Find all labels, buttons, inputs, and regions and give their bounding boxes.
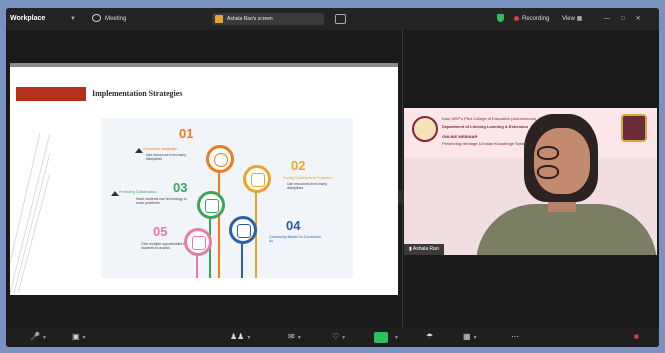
record-dot-icon <box>514 15 519 21</box>
refresh-icon <box>206 145 234 173</box>
slide-accent-bar <box>16 87 86 101</box>
view-label: View <box>562 16 575 22</box>
share-screen-icon <box>215 15 223 23</box>
step-stem <box>218 173 220 278</box>
banner-line: ONLINE WEBINAR <box>442 134 478 139</box>
step-number: 03 <box>173 180 188 195</box>
college-logo <box>412 116 438 142</box>
slide-top-bar <box>10 63 398 67</box>
step-number: 05 <box>153 224 168 239</box>
meeting-icon <box>92 14 101 23</box>
checklist-icon <box>229 216 257 244</box>
security-shield-icon[interactable] <box>497 8 504 30</box>
screen-share-indicator[interactable]: Ashala Rao's screen <box>212 13 346 25</box>
desktop-background: Workplace ▼ Meeting Ashala Rao's screen … <box>0 0 665 353</box>
security-icon[interactable]: ☂ <box>426 331 433 343</box>
step-text: Use resources from many disciplines <box>287 182 328 190</box>
recording-indicator[interactable]: Recording <box>514 8 549 30</box>
calendar-icon <box>184 228 212 256</box>
emblem-logo <box>621 114 647 142</box>
slide-decoration <box>10 133 50 293</box>
share-icon[interactable] <box>374 332 388 343</box>
banner-line: Department of Lifelong Learning & Extens… <box>442 124 529 129</box>
mic-icon[interactable]: 🎤 ▼ <box>30 331 47 343</box>
step-text: Use resources from many disciplines <box>146 153 187 161</box>
step-stem <box>241 244 243 278</box>
banner-line: Preserving Heritage & Indian Knowledge S… <box>442 141 531 146</box>
step-number: 04 <box>286 218 301 233</box>
document-icon <box>243 165 271 193</box>
chat-icon[interactable]: ✉ ▼ <box>288 331 302 343</box>
slide-heading: Implementation Strategies <box>92 89 183 98</box>
meeting-toolbar: 🎤 ▼ ▣ ▼ ♟♟ ▼ ✉ ▼ ♡ ▼ ▼ ☂ ▦ ▼ ⋯ ■ <box>6 327 659 347</box>
meeting-menu[interactable]: Meeting <box>92 8 126 30</box>
step-text: Have students use technology to solve pr… <box>136 197 187 205</box>
step-title: Promoting Collaboration <box>119 190 157 194</box>
view-button[interactable]: View ▦ <box>562 8 582 30</box>
participant-name-tag: ▮ Ashala Rao <box>404 244 444 255</box>
title-bar: Workplace ▼ Meeting Ashala Rao's screen … <box>6 8 659 30</box>
step-title: Curriculum Integration <box>143 147 178 151</box>
participants-icon[interactable]: ♟♟ ▼ <box>230 331 251 343</box>
strategies-infographic: 01 Curriculum Integration Use resources … <box>101 118 353 278</box>
step-title: Faculty Development Programs <box>283 176 333 180</box>
view-options-icon[interactable] <box>335 14 346 24</box>
apps-icon[interactable]: ▦ ▼ <box>463 331 478 343</box>
leave-icon[interactable]: ■ <box>634 331 639 343</box>
more-icon[interactable]: ⋯ <box>511 331 519 343</box>
shared-slide: Implementation Strategies 01 Curriculum … <box>10 63 398 295</box>
window-controls[interactable]: —□✕ <box>604 8 652 30</box>
step-stem <box>196 256 198 278</box>
step-title: Community Based Co Curriculum Ac <box>269 235 321 243</box>
meeting-window: Workplace ▼ Meeting Ashala Rao's screen … <box>6 8 659 347</box>
share-label: Ashala Rao's screen <box>227 16 273 22</box>
app-name: Workplace <box>10 15 46 22</box>
meeting-label: Meeting <box>105 16 127 22</box>
pointer-icon <box>111 191 119 196</box>
step-number: 02 <box>291 158 306 173</box>
chevron-down-icon[interactable]: ▼ <box>70 8 76 30</box>
recording-label: Recording <box>522 16 550 22</box>
step-number: 01 <box>179 126 194 141</box>
reactions-icon[interactable]: ♡ ▼ <box>332 331 346 343</box>
share-options-chevron[interactable]: ▼ <box>392 331 399 343</box>
participant-name: Ashala Rao <box>412 246 439 252</box>
video-icon[interactable]: ▣ ▼ <box>72 331 87 343</box>
panel-divider <box>402 30 403 327</box>
pointer-icon <box>135 148 143 153</box>
monitor-icon <box>197 191 225 219</box>
participant-video-tile[interactable]: Kaur MSP's Pilot College of Education (A… <box>404 108 657 255</box>
participant-face <box>534 128 590 194</box>
glasses <box>537 146 587 179</box>
